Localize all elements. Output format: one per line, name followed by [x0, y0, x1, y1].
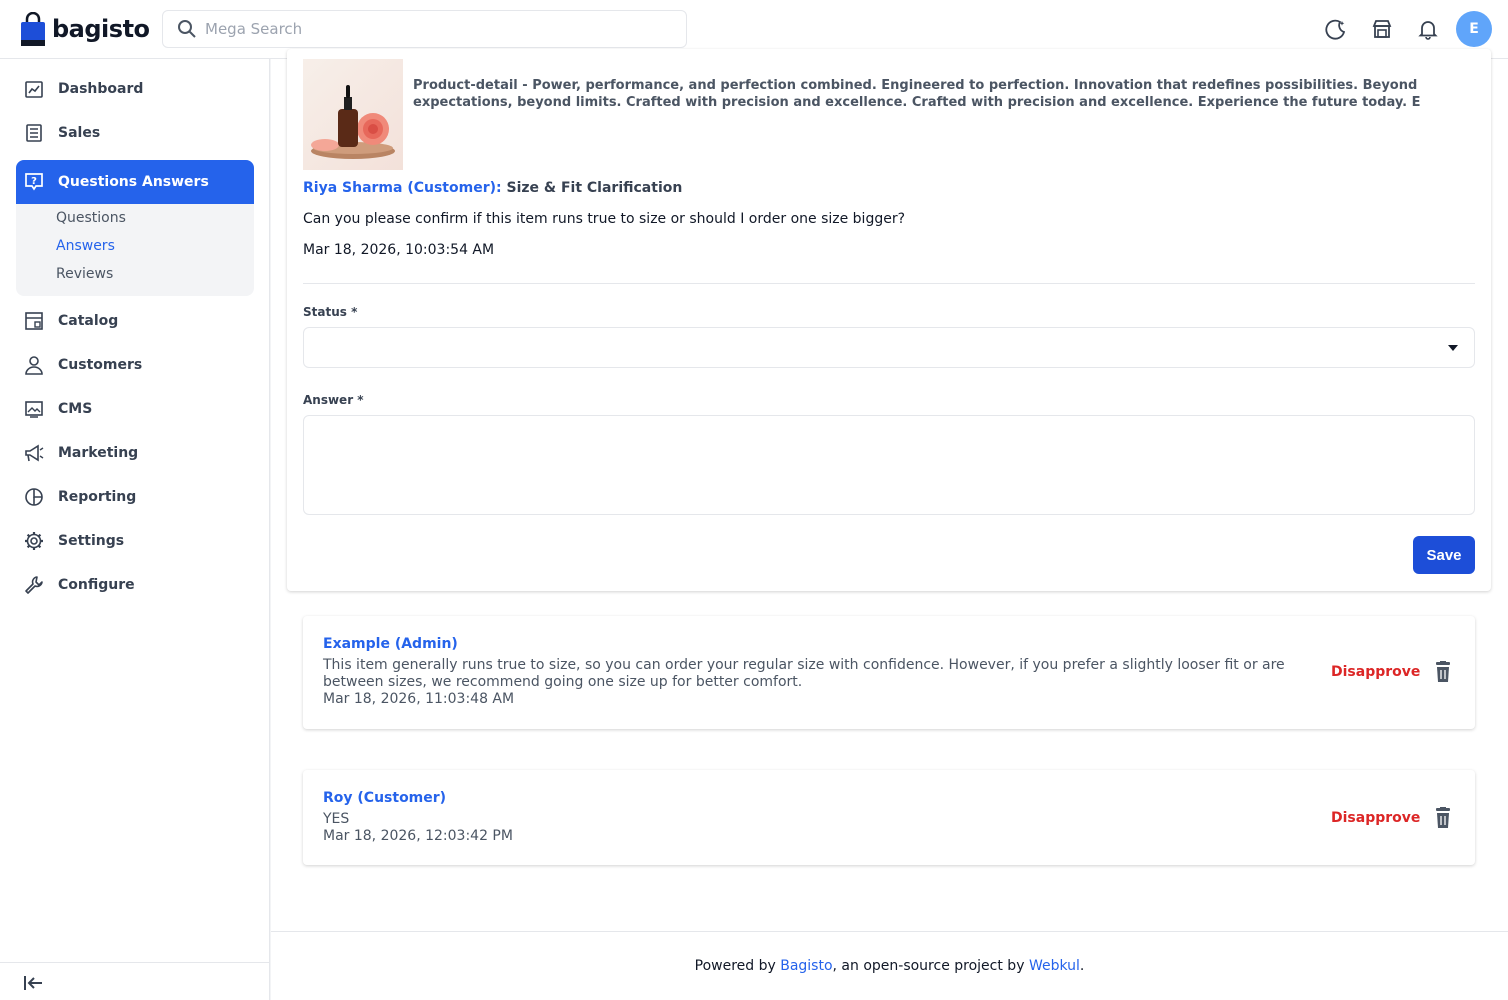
sidebar-item-cms[interactable]: CMS — [16, 387, 254, 431]
question-date: Mar 18, 2026, 10:03:54 AM — [303, 242, 495, 258]
footer-suffix: . — [1079, 958, 1085, 974]
question-card: Product-detail - Power, performance, and… — [287, 49, 1491, 591]
sidebar-item-reporting[interactable]: Reporting — [16, 475, 254, 519]
sidebar-item-label: Settings — [58, 533, 125, 549]
footer-middle: , an open-source project by — [832, 958, 1029, 974]
product-description: Product-detail - Power, performance, and… — [413, 78, 1421, 110]
answer-textarea[interactable] — [303, 415, 1475, 515]
trash-icon[interactable] — [1433, 661, 1453, 683]
submenu-item-questions[interactable]: Questions — [56, 210, 126, 226]
question-header: Riya Sharma (Customer): Size & Fit Clari… — [303, 180, 682, 196]
status-label: Status * — [303, 305, 358, 319]
trash-icon[interactable] — [1433, 807, 1453, 829]
questions-answers-submenu: Questions Answers Reviews — [16, 204, 254, 296]
customers-icon — [22, 353, 46, 377]
cms-icon — [22, 397, 46, 421]
sidebar-item-label: Dashboard — [58, 81, 144, 97]
answer-text: YES — [323, 811, 350, 827]
dashboard-icon — [22, 77, 46, 101]
footer-prefix: Powered by — [694, 958, 781, 974]
submenu-item-answers[interactable]: Answers — [56, 238, 115, 254]
submenu-item-reviews[interactable]: Reviews — [56, 266, 113, 282]
answer-date: Mar 18, 2026, 12:03:42 PM — [323, 828, 513, 844]
footer: Powered by Bagisto, an open-source proje… — [271, 931, 1508, 1000]
catalog-icon — [22, 309, 46, 333]
collapse-sidebar-icon[interactable] — [22, 971, 46, 995]
search-icon — [178, 20, 196, 38]
logo[interactable]: bagisto — [20, 11, 150, 46]
sidebar-item-catalog[interactable]: Catalog — [16, 299, 254, 343]
sidebar-item-label: Catalog — [58, 313, 119, 329]
footer-text: Powered by Bagisto, an open-source proje… — [271, 958, 1508, 974]
logo-text: bagisto — [52, 15, 150, 43]
sidebar-item-label: CMS — [58, 401, 93, 417]
storefront-icon[interactable] — [1370, 17, 1394, 41]
svg-text:?: ? — [31, 176, 37, 187]
disapprove-button[interactable]: Disapprove — [1331, 664, 1420, 680]
user-avatar[interactable]: E — [1456, 11, 1492, 47]
sidebar-item-questions-answers[interactable]: ? Questions Answers — [16, 160, 254, 204]
pie-chart-icon — [22, 485, 46, 509]
answer-label: Answer * — [303, 393, 364, 407]
wrench-icon — [22, 573, 46, 597]
main-content: Product-detail - Power, performance, and… — [271, 49, 1508, 1000]
question-title: Size & Fit Clarification — [506, 180, 683, 196]
author-separator: : — [496, 180, 502, 196]
bagisto-link[interactable]: Bagisto — [780, 958, 832, 974]
megaphone-icon — [22, 441, 46, 465]
mega-search[interactable] — [162, 10, 687, 48]
shopping-bag-icon — [20, 11, 46, 46]
sidebar-item-label: Configure — [58, 577, 135, 593]
sidebar-item-customers[interactable]: Customers — [16, 343, 254, 387]
question-text: Can you please confirm if this item runs… — [303, 211, 906, 227]
disapprove-button[interactable]: Disapprove — [1331, 810, 1420, 826]
search-input[interactable] — [205, 20, 665, 38]
sidebar-item-label: Sales — [58, 125, 101, 141]
sidebar-item-label: Marketing — [58, 445, 139, 461]
sidebar-footer — [0, 962, 270, 1000]
sidebar-item-settings[interactable]: Settings — [16, 519, 254, 563]
bell-icon[interactable] — [1416, 17, 1440, 41]
question-icon: ? — [22, 170, 46, 194]
divider — [303, 283, 1475, 284]
gear-icon — [22, 529, 46, 553]
status-select[interactable] — [303, 327, 1475, 368]
sidebar-item-label: Reporting — [58, 489, 137, 505]
dark-mode-icon[interactable] — [1324, 17, 1348, 41]
sidebar-item-sales[interactable]: Sales — [16, 111, 254, 155]
answer-card: Example (Admin) This item generally runs… — [303, 616, 1475, 729]
product-image — [303, 59, 403, 170]
sidebar-item-label: Questions Answers — [58, 174, 209, 190]
sidebar-item-label: Customers — [58, 357, 143, 373]
sidebar: Dashboard Sales ? Questions Answers Ques… — [0, 59, 270, 1000]
sidebar-item-configure[interactable]: Configure — [16, 563, 254, 607]
sidebar-item-marketing[interactable]: Marketing — [16, 431, 254, 475]
sidebar-item-dashboard[interactable]: Dashboard — [16, 67, 254, 111]
answer-author-link[interactable]: Example (Admin) — [323, 636, 458, 652]
webkul-link[interactable]: Webkul — [1029, 958, 1080, 974]
sales-icon — [22, 121, 46, 145]
question-author-link[interactable]: Riya Sharma (Customer) — [303, 180, 496, 196]
answer-card: Roy (Customer) YES Mar 18, 2026, 12:03:4… — [303, 770, 1475, 865]
answer-author-link[interactable]: Roy (Customer) — [323, 790, 446, 806]
dropdown-arrow-icon — [1448, 345, 1458, 351]
answer-text: This item generally runs true to size, s… — [323, 657, 1285, 690]
answer-date: Mar 18, 2026, 11:03:48 AM — [323, 691, 515, 707]
save-button[interactable]: Save — [1413, 536, 1475, 574]
